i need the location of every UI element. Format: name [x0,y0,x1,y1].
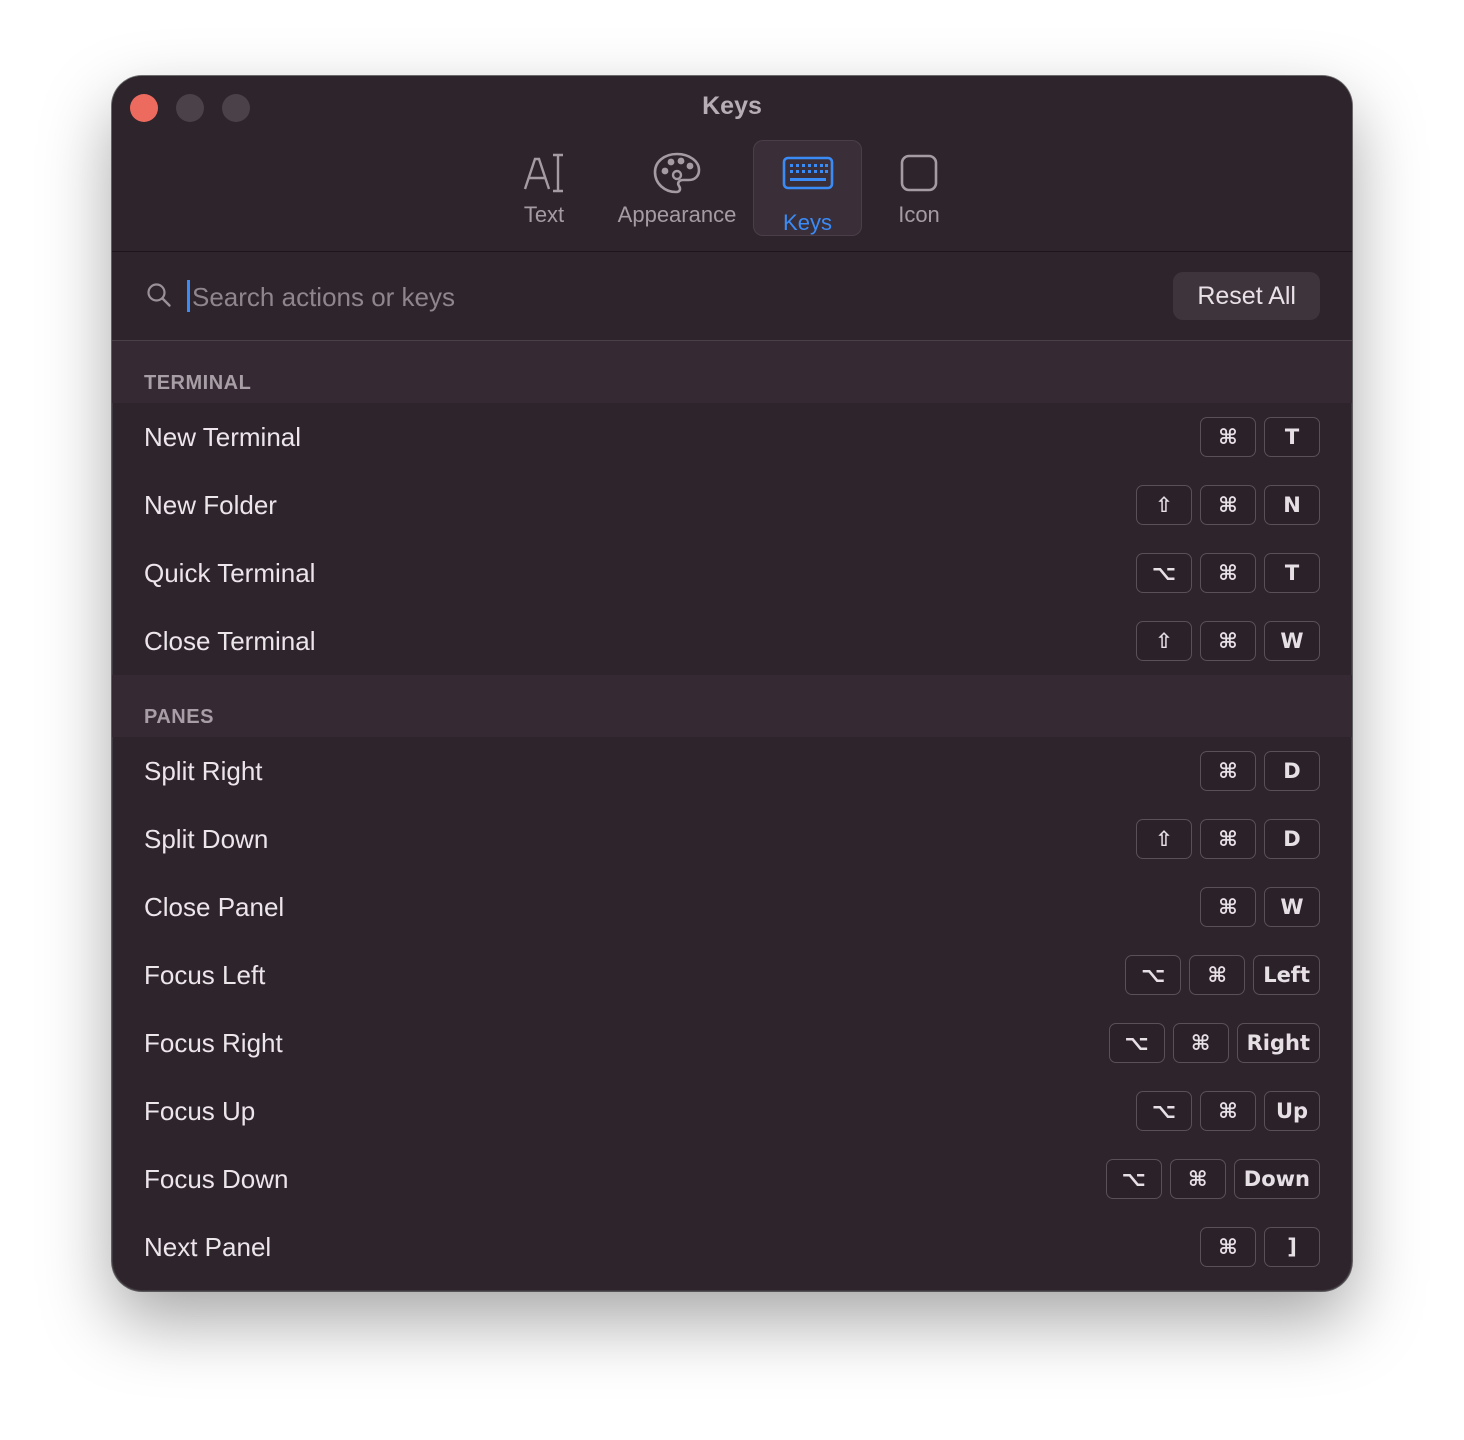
keycap: ⌘ [1200,417,1256,457]
keycap: Down [1233,1159,1320,1199]
action-label: Split Right [144,755,263,786]
key-combo[interactable]: ⌘ T [1200,417,1320,457]
titlebar: Keys Text Appearance Keys Icon [112,76,1352,252]
keycap: W [1264,887,1320,927]
section-header: PANES [112,675,1352,737]
keycap: D [1264,819,1320,859]
action-label: Close Terminal [144,625,316,656]
keycap: ⌘ [1200,1091,1256,1131]
tab-icon[interactable]: Icon [876,140,962,236]
action-label: Focus Right [144,1027,283,1058]
keycap: ⌘ [1189,955,1246,995]
reset-all-button[interactable]: Reset All [1173,272,1320,320]
action-label: New Terminal [144,421,302,452]
keycap: ⌘ [1200,1227,1256,1267]
keycap: ⌥ [1136,553,1192,593]
action-label: Close Panel [144,891,285,922]
keycap: ⌘ [1169,1159,1226,1199]
key-combo[interactable]: ⌥ ⌘ T [1136,553,1320,593]
search-input[interactable] [190,272,1094,322]
keycap: ⌘ [1200,485,1256,525]
keycap: ⇧ [1136,621,1192,661]
search-icon [146,282,172,313]
tab-text[interactable]: Text [512,140,576,236]
keycap: ⌥ [1125,955,1182,995]
keycap: Right [1236,1023,1320,1063]
shortcut-row[interactable]: Next Panel ⌘] [112,1213,1352,1281]
tab-label: Appearance [617,202,737,227]
key-combo[interactable]: ⌥ ⌘ Down [1105,1159,1320,1199]
action-label: Focus Down [144,1163,289,1194]
key-combo[interactable]: ⇧ ⌘ N [1136,485,1320,525]
keycap: ⌘ [1200,819,1256,859]
keyboard-icon [782,150,834,196]
settings-tabs: Text Appearance Keys Icon [112,140,1352,236]
keycap: ⌘ [1172,1023,1229,1063]
tab-appearance[interactable]: Appearance [610,140,744,236]
keycap: ] [1264,1227,1320,1267]
key-combo[interactable]: ⌘] [1200,1227,1320,1267]
key-combo[interactable]: ⌘ W [1200,887,1320,927]
keycap: ⌥ [1108,1023,1165,1063]
key-combo[interactable]: ⌘ D [1200,751,1320,791]
shortcut-row[interactable]: Focus Up ⌥ ⌘ Up [112,1077,1352,1145]
key-combo[interactable]: ⌥ ⌘ Right [1108,1023,1320,1063]
shortcut-row[interactable]: Quick Terminal ⌥ ⌘ T [112,539,1352,607]
shortcut-row[interactable]: Split Down ⇧ ⌘ D [112,805,1352,873]
keycap: ⌘ [1200,621,1256,661]
shortcut-row[interactable]: Focus Left ⌥ ⌘ Left [112,941,1352,1009]
tab-label: Keys [783,210,832,235]
section-header: TERMINAL [112,341,1352,403]
action-label: Split Down [144,823,269,854]
shortcut-row[interactable]: Split Right ⌘ D [112,737,1352,805]
settings-window: Keys Text Appearance Keys Icon Search ac… [112,76,1352,1291]
keycap: ⌘ [1200,751,1256,791]
tab-keys[interactable]: Keys [753,140,862,236]
action-label: Quick Terminal [144,557,316,588]
palette-icon [652,150,702,196]
window-title: Keys [702,92,762,120]
keycap: ⌘ [1200,887,1256,927]
keycap: N [1264,485,1320,525]
shortcut-row[interactable]: Focus Right ⌥ ⌘ Right [112,1009,1352,1077]
tab-label: Icon [898,202,940,227]
keycap: ⇧ [1136,819,1192,859]
keycap: ⌥ [1136,1091,1192,1131]
keycap: ⌘ [1200,553,1256,593]
rounded-square-icon [899,150,939,196]
key-combo[interactable]: ⌥ ⌘ Left [1125,955,1320,995]
shortcut-row[interactable]: Focus Down ⌥ ⌘ Down [112,1145,1352,1213]
action-label: Next Panel [144,1231,272,1262]
search-bar: Reset All [112,252,1352,341]
keycap: ⇧ [1136,485,1192,525]
tab-label: Text [523,202,565,227]
keycap: Left [1253,955,1320,995]
keycap: Up [1264,1091,1320,1131]
action-label: Focus Left [144,959,266,990]
shortcut-row[interactable]: New Folder ⇧ ⌘ N [112,471,1352,539]
keycap: ⌥ [1105,1159,1162,1199]
key-combo[interactable]: ⇧ ⌘ D [1136,819,1320,859]
keycap: W [1264,621,1320,661]
shortcut-row[interactable]: New Terminal ⌘ T [112,403,1352,471]
keycap: T [1264,417,1320,457]
key-combo[interactable]: ⇧ ⌘ W [1136,621,1320,661]
shortcut-row[interactable]: Close Terminal ⇧ ⌘ W [112,607,1352,675]
action-label: New Folder [144,489,277,520]
key-combo[interactable]: ⌥ ⌘ Up [1136,1091,1320,1131]
shortcut-row[interactable]: Close Panel ⌘ W [112,873,1352,941]
action-label: Focus Up [144,1095,256,1126]
keycap: D [1264,751,1320,791]
text-cursor-icon [522,150,566,196]
shortcut-list: TERMINAL New Terminal ⌘ T New Folder ⇧ ⌘ N Quick… [112,341,1352,1281]
keycap: T [1264,553,1320,593]
